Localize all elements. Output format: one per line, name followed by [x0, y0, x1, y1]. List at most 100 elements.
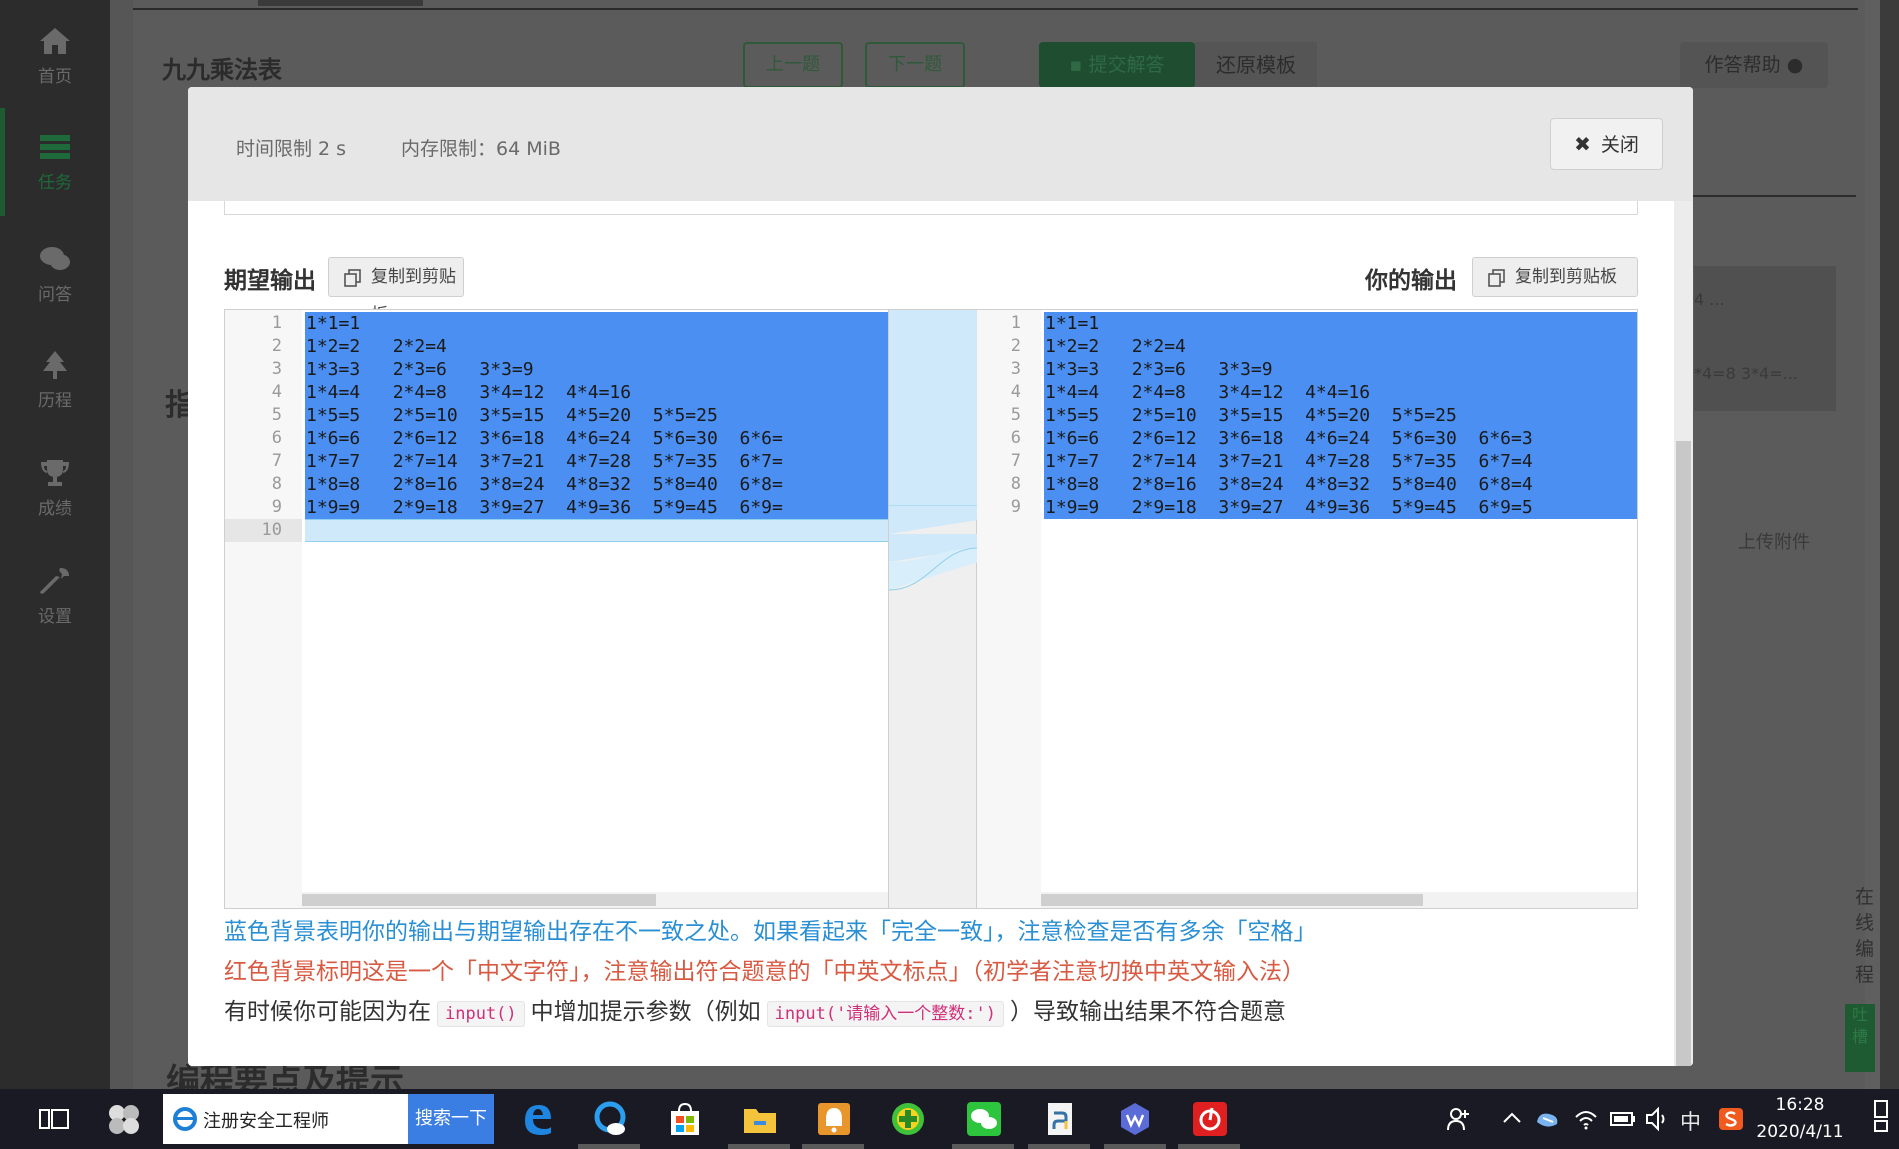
list-icon [40, 135, 70, 159]
line-number: 8 [1010, 474, 1021, 494]
next-problem-button[interactable]: 下一题 [865, 42, 965, 88]
expected-hscrollbar[interactable] [302, 892, 888, 908]
expected-pane[interactable]: 1 1*1=1 2 1*2=2 2*2=4 3 1*3=3 2*3=6 3*3=9 4 1*4… [225, 310, 888, 908]
code-line: 1*2=2 2*2=4 [306, 336, 447, 357]
code-line: 1*9=9 2*9=18 3*9=27 4*9=36 5*9=45 6*9= [306, 497, 783, 518]
search-button[interactable]: 搜索一下 [408, 1094, 494, 1144]
line-number: 4 [1010, 382, 1021, 402]
tree-icon [43, 351, 67, 379]
wrench-icon [40, 568, 69, 594]
submit-solution-button[interactable]: ▪ 提交解答 [1039, 42, 1195, 88]
wps-office-icon[interactable] [1115, 1099, 1155, 1139]
line-number: 9 [271, 497, 282, 517]
code-line: 1*8=8 2*8=16 3*8=24 4*8=32 5*8=40 6*8=4 [1045, 474, 1533, 495]
line-number: 8 [271, 474, 282, 494]
notification-app-icon[interactable] [814, 1099, 854, 1139]
scrollbar-thumb[interactable] [1041, 894, 1423, 906]
close-button[interactable]: ✖ 关闭 [1550, 118, 1663, 170]
file-explorer-icon[interactable] [740, 1099, 780, 1139]
copy-yours-button[interactable]: 复制到剪贴板 [1472, 257, 1638, 297]
problem-title: 九九乘法表 [162, 56, 282, 84]
help-label: 作答帮助 [1704, 54, 1781, 76]
restore-template-button[interactable]: 还原模板 [1195, 42, 1317, 88]
side-result-text-2: *4=8 3*4=... [1694, 364, 1798, 383]
modal-header: 时间限制 2 s 内存限制：64 MiB ✖ 关闭 [188, 87, 1693, 201]
trophy-icon [41, 460, 69, 486]
sogou-input-icon[interactable] [1718, 1106, 1744, 1137]
task-view-icon[interactable] [34, 1099, 74, 1139]
diff-viewer: 1 1*1=1 2 1*2=2 2*2=4 3 1*3=3 2*3=6 3*3=9 4 1*4… [224, 309, 1638, 909]
code-line: 1*1=1 [306, 313, 361, 334]
output-compare-modal: 时间限制 2 s 内存限制：64 MiB ✖ 关闭 期望输出 复制到剪贴板 你的输… [188, 87, 1693, 1066]
code-line: 1*3=3 2*3=6 3*3=9 [306, 359, 534, 380]
battery-icon[interactable] [1609, 1106, 1637, 1137]
code-line: 1*7=7 2*7=14 3*7=21 4*7=28 5*7=35 6*7= [306, 451, 783, 472]
code-line: 1*5=5 2*5=10 3*5=15 4*5=20 5*5=25 [306, 405, 718, 426]
feedback-tab[interactable]: 吐槽 [1845, 1004, 1875, 1072]
copy-icon [344, 269, 361, 287]
clock-date: 2020/4/11 [1756, 1122, 1844, 1142]
prev-problem-button[interactable]: 上一题 [743, 42, 843, 88]
sidebar-item-label: 设置 [38, 607, 72, 627]
code-line: 1*2=2 2*2=4 [1045, 336, 1186, 357]
volume-icon[interactable] [1644, 1106, 1670, 1137]
line-number: 7 [271, 451, 282, 471]
sidebar-item-label: 任务 [38, 173, 72, 193]
save-icon: ▪ [1069, 54, 1089, 76]
cloud-app-icon[interactable] [1533, 1106, 1561, 1137]
code-line: 1*3=3 2*3=6 3*3=9 [1045, 359, 1273, 380]
netease-music-icon[interactable] [1190, 1099, 1230, 1139]
running-app-indicator [728, 1144, 790, 1149]
line-number: 3 [1010, 359, 1021, 379]
sidebar-item-tasks[interactable]: 任务 [0, 132, 110, 193]
line-number: 9 [1010, 497, 1021, 517]
360-security-icon[interactable] [888, 1099, 928, 1139]
your-output-hscrollbar[interactable] [1041, 892, 1637, 908]
copy-expected-button[interactable]: 复制到剪贴板 [328, 257, 464, 325]
code-line: 1*7=7 2*7=14 3*7=21 4*7=28 5*7=35 6*7=4 [1045, 451, 1533, 472]
hint-text-3: ）导致输出结果不符合题意 [1010, 999, 1287, 1025]
python-editor-icon[interactable] [1040, 1099, 1080, 1139]
sidebar-item-qa[interactable]: 问答 [0, 244, 110, 305]
scrollbar-thumb[interactable] [302, 894, 656, 906]
sidebar-item-scores[interactable]: 成绩 [0, 458, 110, 519]
taskbar-search-field[interactable]: 注册安全工程师 [163, 1094, 408, 1144]
chat-icon [40, 247, 70, 270]
wifi-icon[interactable] [1573, 1106, 1599, 1137]
side-result-text-1: 4 ... [1694, 290, 1725, 309]
system-clock[interactable]: 16:28 2020/4/11 [1750, 1092, 1850, 1146]
sidebar-item-label: 首页 [38, 67, 72, 87]
window-edge [1880, 0, 1899, 1089]
expected-output-title: 期望输出 [224, 268, 316, 294]
chevron-up-icon[interactable] [1500, 1106, 1524, 1135]
line-number: 2 [1010, 336, 1021, 356]
people-icon[interactable] [1446, 1106, 1472, 1137]
running-app-indicator [1104, 1144, 1166, 1149]
time-limit: 时间限制 2 s [236, 138, 347, 160]
memory-limit: 内存限制：64 MiB [401, 138, 561, 160]
online-coding-tab[interactable]: 在线编程 [1855, 884, 1877, 988]
answer-help-button[interactable]: 作答帮助 ● [1680, 42, 1828, 88]
app-launcher-icon[interactable] [104, 1099, 144, 1139]
modal-scrollbar-thumb[interactable] [1676, 441, 1691, 1066]
ime-indicator[interactable]: 中 [1680, 1106, 1701, 1136]
hint-input-prompt: 有时候你可能因为在 input() 中增加提示参数（例如 input('请输入一个整数… [224, 992, 1287, 1027]
modal-scrollbar[interactable] [1674, 201, 1693, 1066]
edge-browser-icon[interactable] [517, 1099, 557, 1139]
sidebar-item-history[interactable]: 历程 [0, 350, 110, 411]
sidebar-item-settings[interactable]: 设置 [0, 566, 110, 627]
store-icon[interactable] [665, 1099, 705, 1139]
sidebar-item-home[interactable]: 首页 [0, 26, 110, 87]
running-app-indicator [1178, 1144, 1240, 1149]
your-output-pane[interactable]: 1 1*1=1 2 1*2=2 2*2=4 3 1*3=3 2*3=6 3*3=9 4 1*4… [977, 310, 1637, 908]
wechat-icon[interactable] [964, 1099, 1004, 1139]
hint-red-background: 红色背景标明这是一个「中文字符」，注意输出符合题意的「中英文标点」（初学者注意切… [224, 959, 1305, 985]
notifications-icon[interactable] [1872, 1097, 1892, 1142]
diff-connector-graphic [888, 310, 979, 591]
upload-attachment-link[interactable]: 上传附件 [1738, 528, 1810, 554]
running-app-indicator [802, 1144, 864, 1149]
qq-browser-icon[interactable] [590, 1099, 630, 1139]
ie-icon [173, 1107, 197, 1131]
your-output-title: 你的输出 [1365, 268, 1457, 294]
line-number: 6 [1010, 428, 1021, 448]
